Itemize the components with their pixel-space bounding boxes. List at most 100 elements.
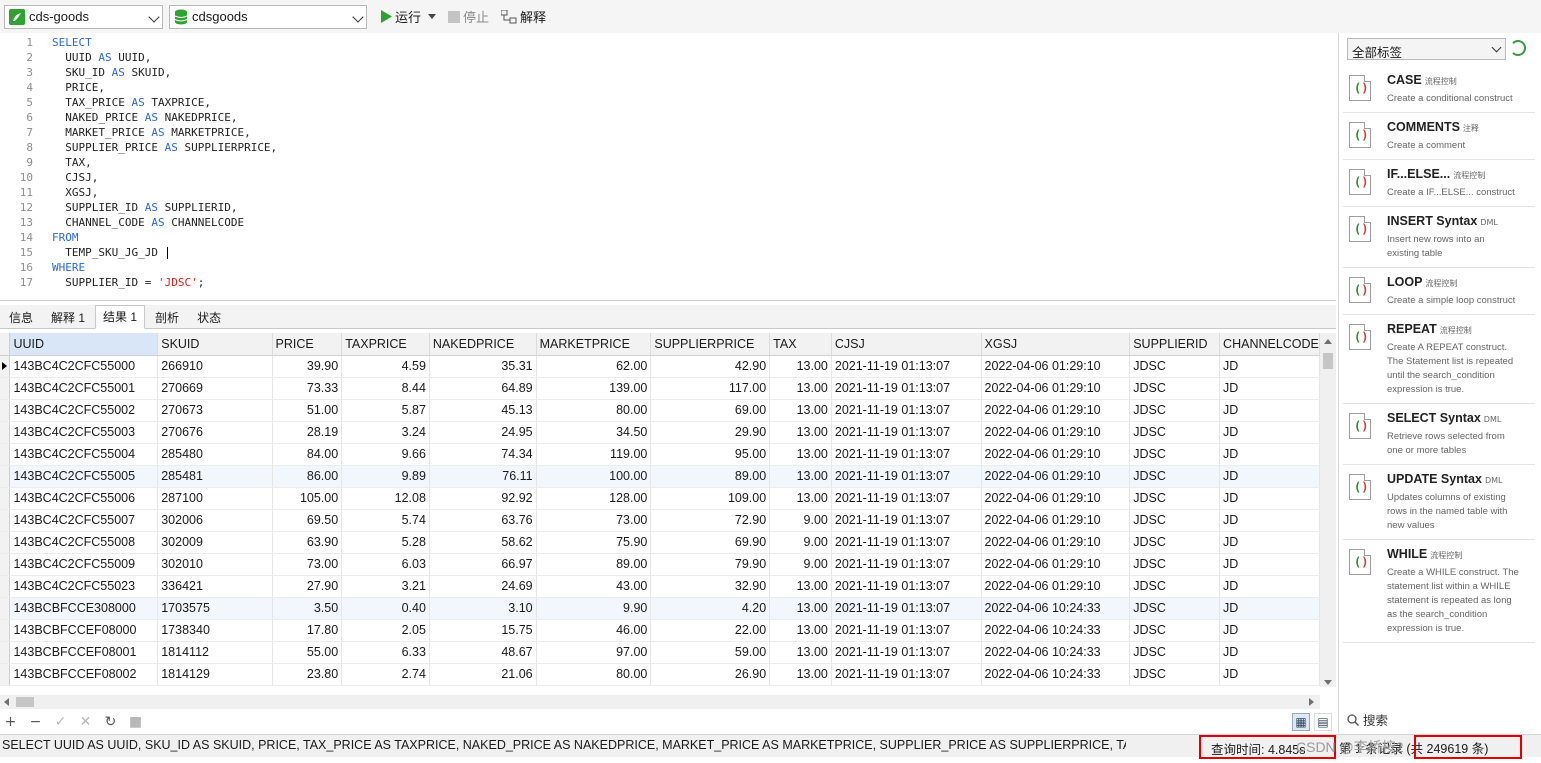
table-cell[interactable]: 2021-11-19 01:13:07 [831, 641, 982, 664]
form-view-icon[interactable]: ▤ [1314, 713, 1332, 731]
row-selector[interactable] [0, 575, 11, 598]
snippet-item[interactable]: () REPEAT 流程控制 Create A REPEAT construct. Th… [1343, 315, 1535, 404]
snippet-item[interactable]: () LOOP 流程控制 Create a simple loop construct [1343, 268, 1535, 315]
row-selector[interactable] [0, 597, 11, 620]
table-cell[interactable]: 26.90 [650, 663, 771, 686]
row-selector[interactable] [0, 663, 11, 686]
table-cell[interactable]: 75.90 [536, 531, 652, 554]
stop-icon[interactable]: ■ [129, 715, 142, 729]
table-row[interactable]: 143BC4C2CFC55009 302010 73.00 6.03 66.97 89.0… [0, 553, 1320, 576]
table-cell[interactable]: JD [1219, 641, 1320, 664]
table-cell[interactable]: 143BC4C2CFC55003 [9, 421, 159, 444]
table-cell[interactable]: JDSC [1129, 465, 1221, 488]
table-cell[interactable]: 69.90 [650, 531, 771, 554]
table-cell[interactable]: 6.03 [341, 553, 430, 576]
table-cell[interactable]: 79.90 [650, 553, 771, 576]
row-selector[interactable] [0, 509, 11, 532]
table-cell[interactable]: 2021-11-19 01:13:07 [831, 487, 982, 510]
table-cell[interactable]: 143BC4C2CFC55006 [9, 487, 159, 510]
table-cell[interactable]: 23.80 [272, 663, 343, 686]
tab-profile[interactable]: 剖析 [147, 306, 188, 328]
table-cell[interactable]: 143BC4C2CFC55023 [9, 575, 159, 598]
table-cell[interactable]: 12.08 [341, 487, 430, 510]
table-cell[interactable]: 2021-11-19 01:13:07 [831, 619, 982, 642]
table-cell[interactable]: 1738340 [157, 619, 273, 642]
add-row-icon[interactable]: + [4, 715, 17, 729]
table-cell[interactable]: 2022-04-06 01:29:10 [981, 465, 1131, 488]
snippet-item[interactable]: () UPDATE Syntax DML Updates columns of exi… [1343, 465, 1535, 540]
table-cell[interactable]: 100.00 [536, 465, 652, 488]
table-cell[interactable]: 13.00 [769, 619, 832, 642]
table-cell[interactable]: 4.20 [650, 597, 771, 620]
table-cell[interactable]: 13.00 [769, 421, 832, 444]
table-cell[interactable]: 59.00 [650, 641, 771, 664]
table-cell[interactable]: 35.31 [429, 355, 537, 378]
table-cell[interactable]: 2021-11-19 01:13:07 [831, 597, 982, 620]
table-cell[interactable]: 2022-04-06 01:29:10 [981, 487, 1131, 510]
snippet-item[interactable]: () COMMENTS 注释 Create a comment [1343, 113, 1535, 160]
result-grid[interactable]: UUID SKUID PRICE TAXPRICE NAKEDPRICE MARKETPR… [0, 333, 1320, 687]
tab-result[interactable]: 结果 1 [95, 305, 146, 329]
table-cell[interactable]: 2022-04-06 10:24:33 [981, 597, 1131, 620]
table-cell[interactable]: 2022-04-06 01:29:10 [981, 509, 1131, 532]
table-cell[interactable]: JD [1219, 663, 1320, 686]
table-cell[interactable]: 21.06 [429, 663, 537, 686]
row-selector[interactable] [0, 487, 11, 510]
table-cell[interactable]: 55.00 [272, 641, 343, 664]
table-cell[interactable]: 143BCBFCCEF08000 [9, 619, 159, 642]
snippet-item[interactable]: () WHILE 流程控制 Create a WHILE construct. The… [1343, 540, 1535, 643]
table-row[interactable]: 143BC4C2CFC55005 285481 86.00 9.89 76.11 100.… [0, 465, 1320, 488]
table-cell[interactable]: 66.97 [429, 553, 537, 576]
code-line[interactable]: PRICE, [52, 80, 1336, 95]
table-cell[interactable]: JD [1219, 487, 1320, 510]
table-cell[interactable]: 89.00 [650, 465, 771, 488]
table-cell[interactable]: 69.50 [272, 509, 343, 532]
table-cell[interactable]: 3.10 [429, 597, 537, 620]
table-row[interactable]: 143BC4C2CFC55008 302009 63.90 5.28 58.62 75.9… [0, 531, 1320, 554]
column-header[interactable]: TAX [769, 333, 832, 356]
tab-info[interactable]: 信息 [1, 306, 42, 328]
table-cell[interactable]: 2021-11-19 01:13:07 [831, 465, 982, 488]
table-cell[interactable]: 143BC4C2CFC55005 [9, 465, 159, 488]
table-cell[interactable]: 9.89 [341, 465, 430, 488]
table-row[interactable]: 143BCBFCCE308000 1703575 3.50 0.40 3.10 9.90 4… [0, 597, 1320, 620]
table-cell[interactable]: JD [1219, 443, 1320, 466]
table-cell[interactable]: 266910 [157, 355, 273, 378]
row-selector[interactable] [0, 443, 11, 466]
table-cell[interactable]: JDSC [1129, 487, 1221, 510]
table-cell[interactable]: JDSC [1129, 575, 1221, 598]
table-cell[interactable]: JDSC [1129, 377, 1221, 400]
table-cell[interactable]: 5.28 [341, 531, 430, 554]
table-cell[interactable]: 97.00 [536, 641, 652, 664]
table-cell[interactable]: 80.00 [536, 663, 652, 686]
table-cell[interactable]: 13.00 [769, 443, 832, 466]
table-cell[interactable]: JD [1219, 399, 1320, 422]
code-line[interactable]: TAX_PRICE AS TAXPRICE, [52, 95, 1336, 110]
delete-row-icon[interactable]: − [29, 715, 42, 729]
table-cell[interactable]: JD [1219, 619, 1320, 642]
table-cell[interactable]: 13.00 [769, 355, 832, 378]
sql-editor[interactable]: 1 2 3 4 5 6 7 8 9 10 11 12 13 14 15 16 17 SELECT UUID AS… [0, 33, 1336, 301]
database-select[interactable]: cdsgoods [169, 4, 367, 29]
table-cell[interactable]: 63.90 [272, 531, 343, 554]
table-cell[interactable]: JD [1219, 553, 1320, 576]
table-cell[interactable]: 27.90 [272, 575, 343, 598]
snippet-item[interactable]: () IF...ELSE... 流程控制 Create a IF...ELSE... … [1343, 160, 1535, 207]
snippet-item[interactable]: () INSERT Syntax DML Insert new rows into a… [1343, 207, 1535, 268]
table-cell[interactable]: 1703575 [157, 597, 273, 620]
table-cell[interactable]: 17.80 [272, 619, 343, 642]
code-line[interactable]: SUPPLIER_ID = 'JDSC'; [52, 275, 1336, 290]
table-cell[interactable]: 9.90 [536, 597, 652, 620]
table-cell[interactable]: 302006 [157, 509, 273, 532]
table-cell[interactable]: 105.00 [272, 487, 343, 510]
code-line[interactable]: NAKED_PRICE AS NAKEDPRICE, [52, 110, 1336, 125]
code-line[interactable]: SUPPLIER_PRICE AS SUPPLIERPRICE, [52, 140, 1336, 155]
table-cell[interactable]: JDSC [1129, 421, 1221, 444]
row-selector[interactable] [0, 619, 11, 642]
row-selector[interactable] [0, 465, 11, 488]
table-row[interactable]: 143BC4C2CFC55007 302006 69.50 5.74 63.76 73.0… [0, 509, 1320, 532]
table-cell[interactable]: JDSC [1129, 443, 1221, 466]
horizontal-scrollbar[interactable] [0, 695, 1320, 709]
table-cell[interactable]: JD [1219, 465, 1320, 488]
table-cell[interactable]: 24.95 [429, 421, 537, 444]
